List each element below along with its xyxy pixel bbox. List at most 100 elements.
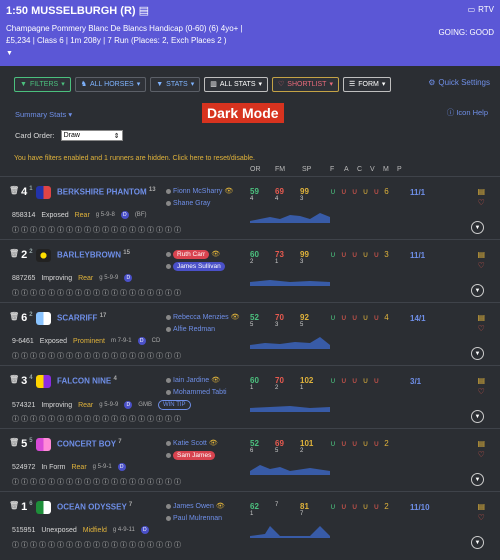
horse-name-link[interactable]: OCEAN ODYSSEY 7	[57, 502, 132, 512]
runner-row: 🗑 2 2 BARLEYBROWN 15 Ruth Carr 👁 James Su…	[0, 239, 500, 302]
trash-icon[interactable]: 🗑	[9, 375, 19, 384]
runner-number: 🗑 4 1	[9, 186, 33, 198]
summary-stats-toggle[interactable]: Summary Stats ▾	[15, 110, 72, 119]
horse-name-link[interactable]: SCARRIFF 17	[57, 313, 106, 323]
horse-name-link[interactable]: FALCON NINE 4	[57, 376, 117, 386]
jockey-name[interactable]: James Owen	[173, 503, 214, 510]
eye-icon[interactable]: 👁	[224, 187, 233, 195]
trash-icon[interactable]: 🗑	[9, 438, 19, 447]
or-value: 60 2	[250, 250, 275, 265]
odds-link[interactable]: 11/1	[410, 188, 425, 197]
form-button[interactable]: ☰ FORM ▾	[342, 76, 392, 92]
runner-meta: 9-6461 Exposed Prominent m 7-9-1 D CD	[12, 337, 160, 345]
ratings: 60 2 73 1 99 3	[250, 250, 340, 265]
trash-icon[interactable]: 🗑	[9, 312, 19, 321]
notes-icon[interactable]: ▤	[477, 502, 485, 511]
card-order-select[interactable]: Draw ⇕	[60, 130, 123, 141]
stats-button[interactable]: ▼ STATS ▾	[150, 76, 201, 92]
expand-row-icon[interactable]: ▼	[471, 536, 484, 549]
eye-icon[interactable]: 👁	[211, 250, 220, 258]
trash-icon[interactable]: 🗑	[9, 501, 19, 510]
runner-gear: g 5-9-9	[99, 275, 119, 281]
icon-help-link[interactable]: ⓘ Icon Help	[447, 107, 488, 118]
jockey-name[interactable]: Rebecca Menzies	[173, 314, 229, 321]
runner-row: 🗑 1 6 OCEAN ODYSSEY 7 James Owen 👁 Paul M…	[0, 491, 500, 554]
trash-icon[interactable]: 🗑	[9, 186, 19, 195]
all-horses-button[interactable]: ♞ ALL HORSES ▾	[74, 76, 147, 92]
fm-rank: 7	[275, 502, 279, 508]
or-value: 59 4	[250, 187, 275, 202]
expand-row-icon[interactable]: ▼	[471, 221, 484, 234]
shortlist-button[interactable]: ♡ SHORTLIST ▾	[272, 76, 339, 92]
trainer-name[interactable]: Paul Mulrennan	[173, 515, 222, 522]
chevron-down-icon[interactable]: ▼	[6, 48, 494, 60]
horseshoe-icon: ∪	[373, 376, 385, 385]
odds-link[interactable]: 11/10	[410, 503, 430, 512]
horse-name-link[interactable]: BERKSHIRE PHANTOM 13	[57, 187, 156, 197]
eye-icon[interactable]: 👁	[216, 502, 225, 510]
trainer-name[interactable]: Mohammed Tabti	[173, 389, 227, 396]
jockey-icon	[166, 251, 171, 257]
notes-icon[interactable]: ▤	[477, 250, 485, 259]
trainer-name[interactable]: Shane Gray	[173, 200, 210, 207]
col-m: M	[383, 166, 389, 173]
quick-settings-link[interactable]: ⚙ Quick Settings	[428, 78, 490, 87]
trainer-name[interactable]: Sam James	[173, 450, 216, 460]
runner-info-icons: ⓘⓘⓘⓘⓘⓘⓘⓘⓘⓘⓘⓘⓘⓘⓘⓘⓘⓘⓘ	[12, 353, 183, 360]
heart-icon: ♡	[278, 81, 285, 88]
eye-icon[interactable]: 👁	[231, 313, 240, 321]
ratings: 52 6 69 5 101 2	[250, 439, 340, 454]
horse-age: 7	[118, 439, 122, 445]
expand-row-icon[interactable]: ▼	[471, 473, 484, 486]
p-value: 2	[384, 439, 394, 448]
odds-link[interactable]: 14/1	[410, 314, 426, 323]
eye-icon[interactable]: 👁	[211, 376, 220, 384]
expand-row-icon[interactable]: ▼	[471, 347, 484, 360]
form-sparkline	[250, 337, 330, 349]
runner-extra: (BF)	[134, 212, 147, 218]
connections: Rebecca Menzies 👁 Alfie Redman	[166, 311, 240, 335]
odds-link[interactable]: 11/1	[410, 251, 425, 260]
heart-icon[interactable]: ♡	[478, 387, 485, 396]
notes-icon[interactable]: ▤	[477, 376, 485, 385]
silks-icon	[36, 186, 51, 199]
notes-icon[interactable]: ▤	[477, 313, 485, 322]
rtv-button[interactable]: ▭ RTV	[468, 5, 494, 14]
jockey-name[interactable]: Iain Jardine	[173, 377, 209, 384]
jockey-name[interactable]: Ruth Carr	[173, 249, 210, 259]
eye-icon[interactable]: 👁	[209, 439, 218, 447]
form-label: FORM	[358, 80, 379, 88]
trash-icon[interactable]: 🗑	[9, 249, 19, 258]
d-badge-icon: D	[140, 526, 149, 534]
form-horseshoes: ∪∪∪∪∪2	[330, 439, 394, 448]
horse-name-link[interactable]: CONCERT BOY 7	[57, 439, 122, 449]
notes-icon[interactable]: ▤	[477, 187, 485, 196]
trainer-name[interactable]: Alfie Redman	[173, 326, 215, 333]
heart-icon[interactable]: ♡	[478, 261, 485, 270]
racecard-icon[interactable]: ▤	[139, 4, 149, 17]
runner-meta: 887265 Improving Rear g 5-9-9 D	[12, 274, 138, 282]
col-a: A	[344, 166, 349, 173]
expand-row-icon[interactable]: ▼	[471, 410, 484, 423]
jockey-name[interactable]: Fionn McSharry	[173, 188, 222, 195]
all-stats-button[interactable]: ▥ ALL STATS ▾	[204, 76, 269, 92]
heart-icon[interactable]: ♡	[478, 450, 485, 459]
horse-name-link[interactable]: BARLEYBROWN 15	[57, 250, 130, 260]
filters-button[interactable]: ▼ FILTERS ▾	[14, 76, 71, 92]
fm-value: 7	[275, 502, 300, 516]
gear-icon: ⚙	[428, 78, 436, 87]
trainer-name[interactable]: James Sullivan	[173, 261, 225, 271]
jockey-name[interactable]: Katie Scott	[173, 440, 207, 447]
filter-notice[interactable]: You have filters enabled and 1 runners a…	[14, 155, 255, 162]
heart-icon[interactable]: ♡	[478, 324, 485, 333]
notes-icon[interactable]: ▤	[477, 439, 485, 448]
fm-rating: 70	[275, 313, 284, 322]
sp-rating: 92	[300, 313, 309, 322]
heart-icon[interactable]: ♡	[478, 513, 485, 522]
runner-info-icons: ⓘⓘⓘⓘⓘⓘⓘⓘⓘⓘⓘⓘⓘⓘⓘⓘⓘⓘⓘ	[12, 479, 183, 486]
expand-row-icon[interactable]: ▼	[471, 284, 484, 297]
fm-value: 70 2	[275, 376, 300, 391]
heart-icon[interactable]: ♡	[478, 198, 485, 207]
chevron-down-icon: ▾	[381, 81, 386, 88]
odds-link[interactable]: 3/1	[410, 377, 421, 386]
